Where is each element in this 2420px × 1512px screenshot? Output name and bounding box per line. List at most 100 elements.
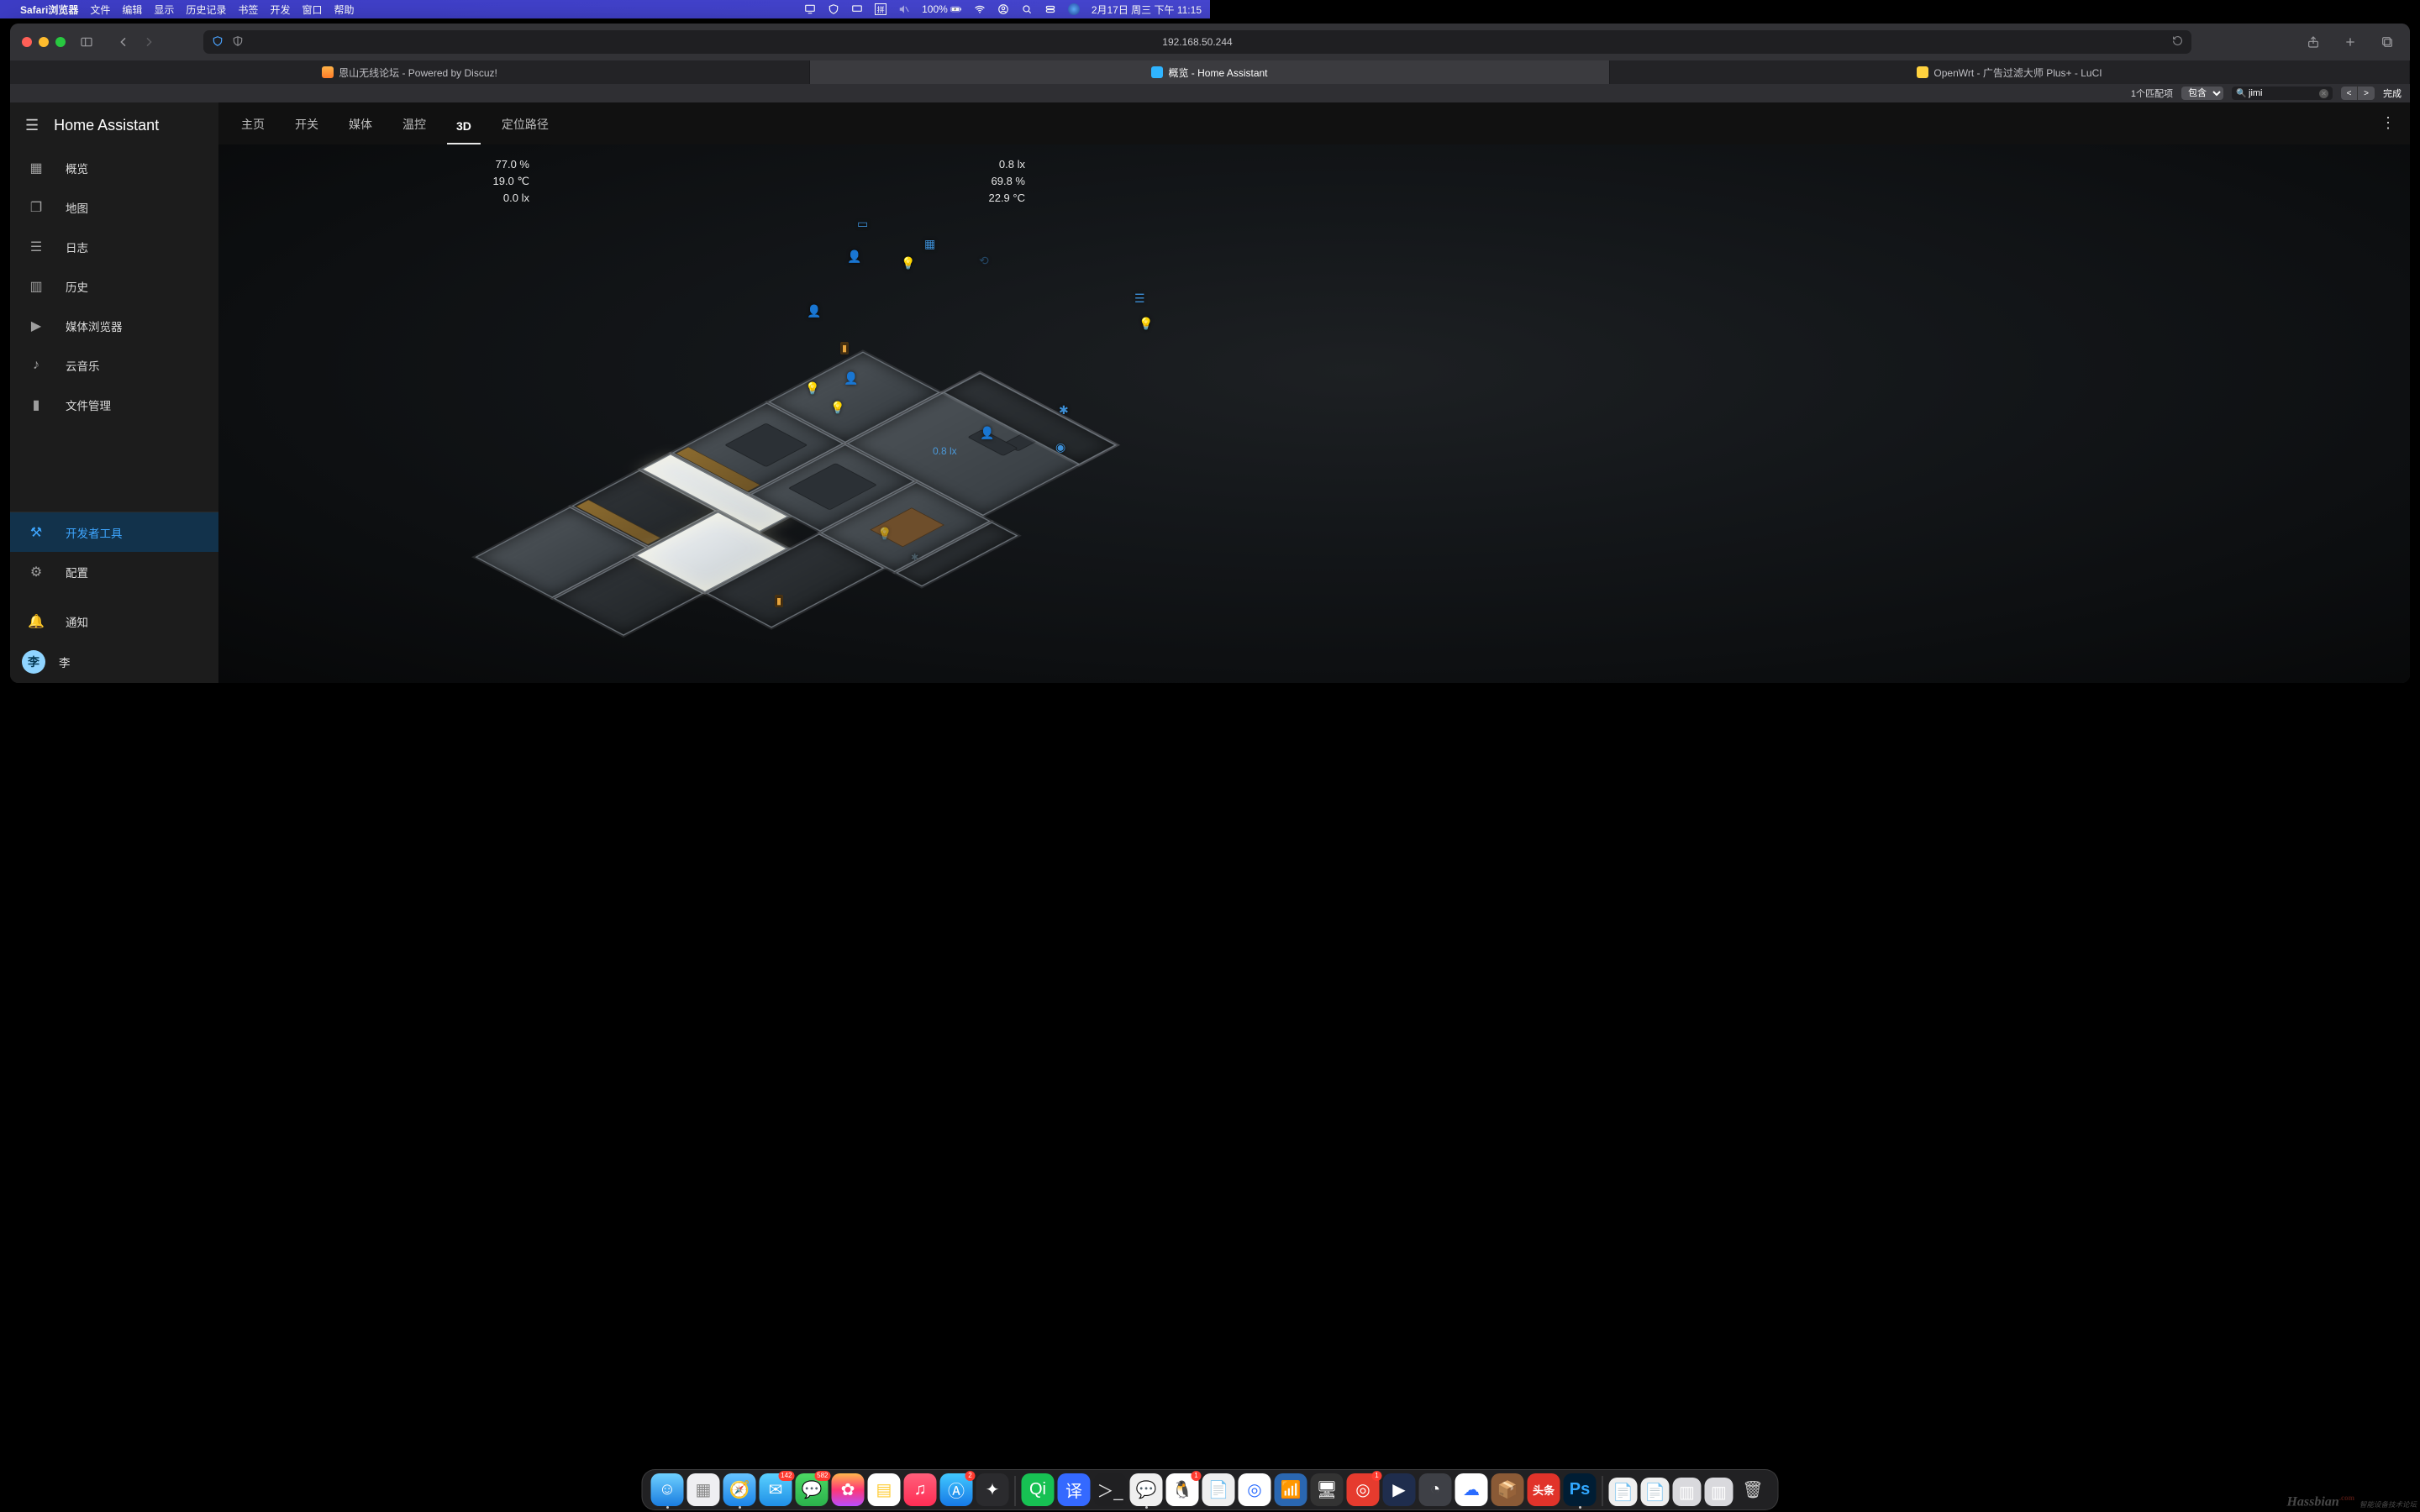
menu-develop[interactable]: 开发 xyxy=(270,3,290,17)
screen-mirror-icon[interactable] xyxy=(804,3,816,15)
window-close-button[interactable] xyxy=(22,37,32,47)
door-icon[interactable]: ▮ xyxy=(775,595,783,607)
dock-recent-file[interactable]: 📄 xyxy=(1609,1478,1638,1506)
dock-photoshop[interactable]: Ps xyxy=(1564,1473,1597,1506)
dock-baidu-netdisk[interactable]: ☁ xyxy=(1455,1473,1488,1506)
floor-plan-3d[interactable]: ▭ ▦ 👤 💡 ⟲ 👤 ▮ 👤 💡 💡 👤 ✱ ◉ ☰ 💡 💡 xyxy=(437,170,1160,674)
dock-app-red[interactable]: ◎1 xyxy=(1347,1473,1380,1506)
dock-photos[interactable]: ✿ xyxy=(832,1473,865,1506)
dock-iqiyi[interactable]: Qi xyxy=(1022,1473,1055,1506)
dock-music[interactable]: ♫ xyxy=(904,1473,937,1506)
dock-mail[interactable]: ✉142 xyxy=(760,1473,792,1506)
dock-screensharing[interactable]: 🖥 xyxy=(1311,1473,1344,1506)
spotlight-icon[interactable] xyxy=(1021,3,1033,15)
control-center-icon[interactable] xyxy=(1044,3,1056,15)
sidebar-user-profile[interactable]: 李 李 xyxy=(10,641,218,683)
dock-launchpad[interactable]: ▦ xyxy=(687,1473,720,1506)
sidebar-toggle-icon[interactable] xyxy=(76,33,97,51)
bulb-icon[interactable]: 💡 xyxy=(830,401,844,415)
dock-downloads[interactable]: ▥ xyxy=(1673,1478,1702,1506)
back-button[interactable] xyxy=(113,33,134,51)
dock-safari[interactable]: 🧭 xyxy=(723,1473,756,1506)
dock-final-cut[interactable]: ✦ xyxy=(976,1473,1009,1506)
find-input[interactable] xyxy=(2232,87,2333,100)
dock-recent-file[interactable]: 📄 xyxy=(1641,1478,1670,1506)
dock-terminal[interactable]: ＞_ xyxy=(1094,1473,1127,1506)
user-icon[interactable] xyxy=(997,3,1009,15)
new-tab-button[interactable] xyxy=(2339,33,2361,51)
room-study[interactable] xyxy=(768,352,940,444)
share-button[interactable] xyxy=(2302,33,2324,51)
adblock-shield-icon[interactable] xyxy=(828,3,839,15)
bulb-icon[interactable]: 💡 xyxy=(901,256,915,270)
privacy-shield-icon[interactable] xyxy=(212,35,224,50)
sidebar-item-developer-tools[interactable]: ⚒开发者工具 xyxy=(10,512,218,552)
dock-qq[interactable]: 🐧1 xyxy=(1166,1473,1199,1506)
battery-status[interactable]: 100% xyxy=(922,3,962,15)
dock-finder[interactable]: ☺ xyxy=(651,1473,684,1506)
address-bar[interactable]: 192.168.50.244 xyxy=(203,30,2191,54)
dock-notes[interactable]: ▤ xyxy=(868,1473,901,1506)
ha-tab-home[interactable]: 主页 xyxy=(239,116,267,144)
person-icon[interactable]: 👤 xyxy=(844,371,858,386)
fan-icon[interactable]: ✱ xyxy=(1059,403,1069,417)
person-icon[interactable]: 👤 xyxy=(847,249,861,264)
dock-pages[interactable]: 📄 xyxy=(1202,1473,1235,1506)
clear-search-button[interactable]: ✕ xyxy=(2319,89,2328,98)
browser-tab-1[interactable]: 概览 - Home Assistant xyxy=(810,60,1610,84)
sidebar-item-history[interactable]: ▥历史 xyxy=(10,266,218,306)
dock-toutiao[interactable]: 头条 xyxy=(1528,1473,1560,1506)
sidebar-item-notifications[interactable]: 🔔通知 xyxy=(10,601,218,641)
forward-button[interactable] xyxy=(138,33,160,51)
speaker-icon[interactable]: ⟲ xyxy=(979,254,989,268)
window-maximize-button[interactable] xyxy=(55,37,66,47)
sidebar-item-music[interactable]: ♪云音乐 xyxy=(10,345,218,385)
sidebar-item-media[interactable]: ▶媒体浏览器 xyxy=(10,306,218,345)
find-next-button[interactable]: > xyxy=(2358,87,2375,100)
ha-tab-climate[interactable]: 温控 xyxy=(400,116,429,144)
dock-wechat[interactable]: 💬 xyxy=(1130,1473,1163,1506)
floorplan-canvas[interactable]: 77.0 % 19.0 ℃ 0.0 lx 0.8 lx 69.8 % 22.9 … xyxy=(218,144,2410,683)
bulb-icon[interactable]: 💡 xyxy=(805,381,819,396)
hamburger-icon[interactable]: ☰ xyxy=(25,117,39,134)
door-icon[interactable]: ▮ xyxy=(840,342,849,354)
dock-translate[interactable]: 译 xyxy=(1058,1473,1091,1506)
bulb-icon[interactable]: 💡 xyxy=(877,527,892,541)
dock-network-utility[interactable]: 📶 xyxy=(1275,1473,1307,1506)
menu-edit[interactable]: 编辑 xyxy=(122,3,142,17)
menu-help[interactable]: 帮助 xyxy=(334,3,354,17)
menu-file[interactable]: 文件 xyxy=(90,3,110,17)
lux-overlay-label[interactable]: 0.8 lx xyxy=(933,445,957,457)
window-minimize-button[interactable] xyxy=(39,37,49,47)
dock-appstore[interactable]: Ⓐ2 xyxy=(940,1473,973,1506)
find-mode-select[interactable]: 包含 xyxy=(2181,87,2223,100)
sidebar-item-files[interactable]: ▮文件管理 xyxy=(10,385,218,424)
ha-tab-tracking[interactable]: 定位路径 xyxy=(499,116,551,144)
tabs-overview-button[interactable] xyxy=(2376,33,2398,51)
reload-button[interactable] xyxy=(2172,35,2183,49)
dock-disk-utility[interactable]: ◔ xyxy=(1419,1473,1452,1506)
siri-icon[interactable] xyxy=(1068,3,1080,15)
dock-app[interactable]: ◎ xyxy=(1239,1473,1271,1506)
ha-tab-switch[interactable]: 开关 xyxy=(292,116,321,144)
app-name[interactable]: Safari浏览器 xyxy=(20,3,78,17)
dock-trash[interactable]: 🗑 xyxy=(1737,1473,1770,1506)
sidebar-item-map[interactable]: ❐地图 xyxy=(10,187,218,227)
menu-history[interactable]: 历史记录 xyxy=(186,3,226,17)
media-icon[interactable]: ▦ xyxy=(924,237,935,251)
mute-icon[interactable] xyxy=(898,3,910,15)
fan-icon[interactable]: ✱ xyxy=(911,552,918,563)
display-icon[interactable] xyxy=(851,3,863,15)
dock-app-box[interactable]: 📦 xyxy=(1491,1473,1524,1506)
clock[interactable]: 2月17日 周三 下午 11:15 xyxy=(1092,3,1202,17)
ha-tab-media[interactable]: 媒体 xyxy=(346,116,375,144)
sidebar-item-logbook[interactable]: ☰日志 xyxy=(10,227,218,266)
input-method-icon[interactable]: 拼 xyxy=(875,3,886,15)
server-icon[interactable]: ☰ xyxy=(1134,291,1145,306)
find-done-button[interactable]: 完成 xyxy=(2383,87,2402,100)
ha-tab-3d[interactable]: 3D xyxy=(454,119,474,144)
tv-icon[interactable]: ▭ xyxy=(857,217,868,231)
bulb-icon[interactable]: 💡 xyxy=(1139,317,1153,331)
sidebar-item-overview[interactable]: ▦概览 xyxy=(10,148,218,187)
sidebar-item-config[interactable]: ⚙配置 xyxy=(10,552,218,591)
